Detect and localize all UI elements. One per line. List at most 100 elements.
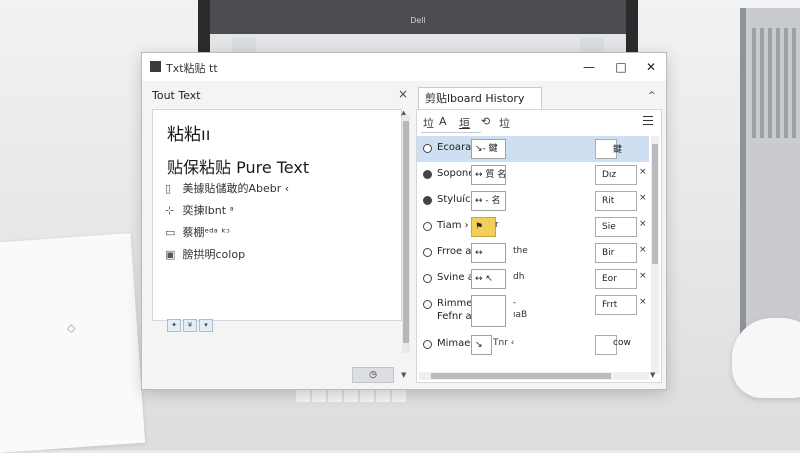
row-key-field[interactable]: ↘ (471, 335, 492, 355)
row-radio[interactable] (423, 196, 432, 205)
text-preview-panel: 粘粘ıı 贴保粘贴 Pure Text ▯ 美據貼儲敢的Abebr ‹ ⊹ 奕揀… (152, 109, 402, 332)
option-item[interactable]: ▭ 蔡棚ᵉᵈᵃ ᵏᵓ (165, 224, 230, 240)
document-icon: ▯ (165, 182, 172, 195)
row-value-field[interactable]: Dız (595, 165, 637, 185)
left-scrollbar[interactable] (402, 115, 410, 353)
row-name: Ecoara (437, 142, 472, 153)
row-value-field[interactable]: Bir (595, 243, 637, 263)
preview-line-1: 粘粘ıı (167, 125, 211, 145)
history-row[interactable]: Ecoara ↘- 鍵 鍵 (417, 136, 649, 162)
mini-tool-button[interactable]: ▾ (199, 319, 213, 332)
computer-tower (740, 8, 800, 338)
scroll-down-arrow-icon[interactable]: ▼ (650, 371, 655, 379)
row-extra-text: ıaB (513, 310, 528, 320)
row-radio[interactable] (423, 144, 432, 153)
monitor-logo: Dell (410, 16, 426, 25)
row-name: Tiam › (437, 220, 469, 231)
window-title: Txt粘贴 tt (166, 62, 218, 75)
close-button[interactable]: ✕ (640, 57, 662, 77)
delete-icon[interactable]: × (639, 219, 647, 229)
scrollbar-thumb[interactable] (403, 121, 409, 343)
left-panel-title: Tout Text (152, 89, 201, 102)
row-radio[interactable] (423, 300, 432, 309)
history-button[interactable]: ◷ (352, 367, 394, 383)
delete-icon[interactable]: × (639, 297, 647, 307)
option-label: 美據貼儲敢的Abebr ‹ (182, 182, 290, 195)
row-extra-text: the (513, 246, 528, 256)
history-toolbar: 垃 A 垣 ⟲ 垃 (417, 110, 661, 134)
delete-icon[interactable]: × (639, 167, 647, 177)
history-row[interactable]: Styluícl ↔ - 名 Rit × (417, 188, 649, 214)
row-value-text: 鍵 (613, 145, 623, 155)
row-name: Frroe a (437, 246, 472, 257)
option-label: 奕揀Ibnt ᵃ (182, 204, 234, 217)
history-row[interactable]: Tiam › ⚑ r Sie × (417, 214, 649, 240)
row-key-field[interactable]: ↔ (471, 243, 506, 263)
delete-icon[interactable]: × (639, 271, 647, 281)
mini-toolbar: ✦ ¥ ▾ (167, 312, 215, 332)
menu-icon[interactable] (643, 116, 653, 128)
row-value-field[interactable]: Frrt (595, 295, 637, 315)
row-name: Styluícl (437, 194, 474, 205)
history-row[interactable]: Rimmer Fefnr a - ıaB Frrt × (417, 292, 649, 327)
option-label: 蔡棚ᵉᵈᵃ ᵏᵓ (182, 226, 231, 239)
font-icon[interactable]: A (439, 115, 447, 128)
row-radio[interactable] (423, 170, 432, 179)
right-scrollbar[interactable] (651, 136, 659, 374)
delete-icon[interactable]: × (639, 193, 647, 203)
row-radio[interactable] (423, 340, 432, 349)
row-key-field[interactable]: ↘- 鍵 (471, 139, 506, 159)
row-radio[interactable] (423, 274, 432, 283)
history-row[interactable]: Mimae ↘ Tnr ‹ cow (417, 332, 649, 358)
mini-tool-button[interactable]: ✦ (167, 319, 181, 332)
row-radio[interactable] (423, 222, 432, 231)
maximize-button[interactable]: □ (610, 57, 632, 77)
tool-button[interactable]: 垃 (423, 115, 434, 131)
row-name: Sopone (437, 168, 475, 179)
option-item[interactable]: ▯ 美據貼儲敢的Abebr ‹ (165, 180, 289, 196)
mouse (732, 318, 800, 398)
row-extra-text: - (513, 298, 517, 308)
row-value-field[interactable]: Rit (595, 191, 637, 211)
row-extra-text: r (495, 220, 499, 230)
option-label: 膀拱明colop (182, 248, 246, 261)
delete-icon[interactable]: × (639, 245, 647, 255)
row-name-line-2: Fefnr a (437, 311, 472, 322)
minimize-button[interactable]: — (578, 57, 600, 77)
left-panel-close-icon[interactable]: × (398, 87, 408, 101)
option-item[interactable]: ▣ 膀拱明colop (165, 246, 245, 262)
row-value-field[interactable]: Eor (595, 269, 637, 289)
tool-button[interactable]: 垣 (459, 115, 470, 131)
scroll-down-arrow-icon[interactable]: ▼ (401, 371, 406, 379)
option-item[interactable]: ⊹ 奕揀Ibnt ᵃ (165, 202, 234, 218)
tool-button[interactable]: 垃 (499, 115, 510, 131)
clipboard-history-panel: 垃 A 垣 ⟲ 垃 Ecoara ↘- 鍵 鍵 Sopone ↔ 質 名 Dız… (416, 109, 662, 383)
row-extra-text: Tnr ‹ (493, 338, 515, 348)
mini-tool-button[interactable]: ¥ (183, 319, 197, 332)
collapse-caret-icon[interactable]: ^ (648, 91, 656, 101)
row-key-field[interactable]: ↔ ↖ (471, 269, 506, 289)
preview-line-2: 贴保粘贴 Pure Text (167, 158, 310, 177)
refresh-icon[interactable]: ⟲ (481, 115, 490, 128)
history-row[interactable]: Frroe a ↔ the Bir × (417, 240, 649, 266)
frame-icon: ▭ (165, 226, 176, 239)
row-key-field[interactable] (471, 295, 506, 327)
title-bar[interactable]: Txt粘贴 tt — □ ✕ (142, 53, 666, 81)
background-monitor: Dell (198, 0, 638, 60)
history-row[interactable]: Sopone ↔ 質 名 Dız × (417, 162, 649, 188)
paper-sheet: ◇ (0, 233, 146, 453)
app-window: Txt粘贴 tt — □ ✕ Tout Text × 粘粘ıı 贴保粘贴 Pur… (141, 52, 667, 390)
row-key-field[interactable]: ⚑ (471, 217, 496, 237)
row-radio[interactable] (423, 248, 432, 257)
tab-clipboard-history[interactable]: 剪贴lboard History (418, 87, 542, 110)
row-key-field[interactable]: ↔ 質 名 (471, 165, 506, 185)
scrollbar-thumb[interactable] (431, 373, 611, 379)
history-row[interactable]: Svine al ↔ ↖ dh Eor × (417, 266, 649, 292)
row-key-field[interactable]: ↔ - 名 (471, 191, 506, 211)
scrollbar-thumb[interactable] (652, 144, 658, 264)
app-icon (150, 61, 161, 72)
row-value-field[interactable]: Sie (595, 217, 637, 237)
toolbar-divider (421, 132, 481, 133)
row-name: Mimae (437, 338, 471, 349)
horizontal-scrollbar[interactable] (419, 372, 649, 380)
